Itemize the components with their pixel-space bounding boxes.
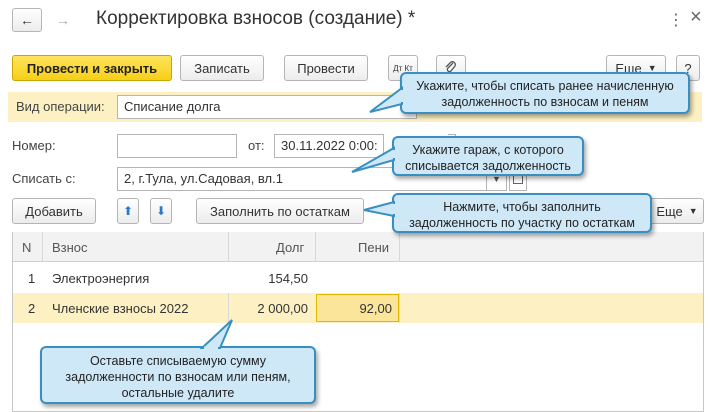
arrow-up-icon: ⬆ [122,204,134,218]
callout-fill-hint: Нажмите, чтобы заполнить задолженность п… [392,193,652,233]
add-button[interactable]: Добавить [12,198,96,224]
column-vznos-header[interactable]: Взнос [52,240,88,255]
number-label: Номер: [12,138,56,153]
callout-pointer [369,86,404,113]
column-divider [315,232,316,262]
forward-button[interactable]: → [48,8,78,32]
row-number: 1 [28,271,36,286]
row-peni: 92,00 [359,301,392,316]
column-dolg-header[interactable]: Долг [276,240,304,255]
fill-by-balance-button[interactable]: Заполнить по остаткам [196,198,364,224]
row-dolg: 154,50 [268,271,308,286]
row-vznos: Электроэнергия [52,271,150,286]
column-divider [399,293,400,323]
page-title: Корректировка взносов (создание) * [96,8,416,29]
date-label: от: [248,138,265,153]
column-divider [42,232,43,262]
column-n-header[interactable]: N [22,240,31,255]
arrow-down-icon: ⬇ [155,204,167,218]
row-vznos: Членские взносы 2022 [52,301,189,316]
move-down-button[interactable]: ⬇ [150,198,172,224]
table-more-label: Еще [656,203,683,219]
chevron-down-icon: ▼ [688,206,698,216]
row-dolg: 2 000,00 [257,301,308,316]
callout-amount-hint: Оставьте списываемую сумму задолженности… [40,346,316,404]
post-button[interactable]: Провести [284,55,368,81]
more-menu-icon[interactable]: ⋮ [668,10,684,30]
column-divider [228,232,229,262]
close-icon[interactable]: × [690,6,702,29]
arrow-right-icon: → [56,12,70,28]
callout-operation-hint: Укажите, чтобы списать ранее начисленную… [400,72,690,114]
save-button[interactable]: Записать [180,55,264,81]
back-button[interactable]: ← [12,8,42,32]
column-divider [399,232,400,262]
callout-pointer [351,146,396,173]
move-up-button[interactable]: ⬆ [117,198,139,224]
callout-garage-hint: Укажите гараж, с которого списывается за… [392,136,584,176]
post-and-close-button[interactable]: Провести и закрыть [12,55,172,81]
writeoff-label: Списать с: [12,171,76,186]
callout-pointer [363,200,396,218]
column-peni-header[interactable]: Пени [358,240,389,255]
callout-pointer [200,319,233,350]
row-number: 2 [28,301,36,316]
arrow-left-icon: ← [20,12,34,28]
operation-label: Вид операции: [16,99,105,114]
table-more-button[interactable]: Еще ▼ [650,198,704,224]
number-input[interactable] [117,134,237,158]
